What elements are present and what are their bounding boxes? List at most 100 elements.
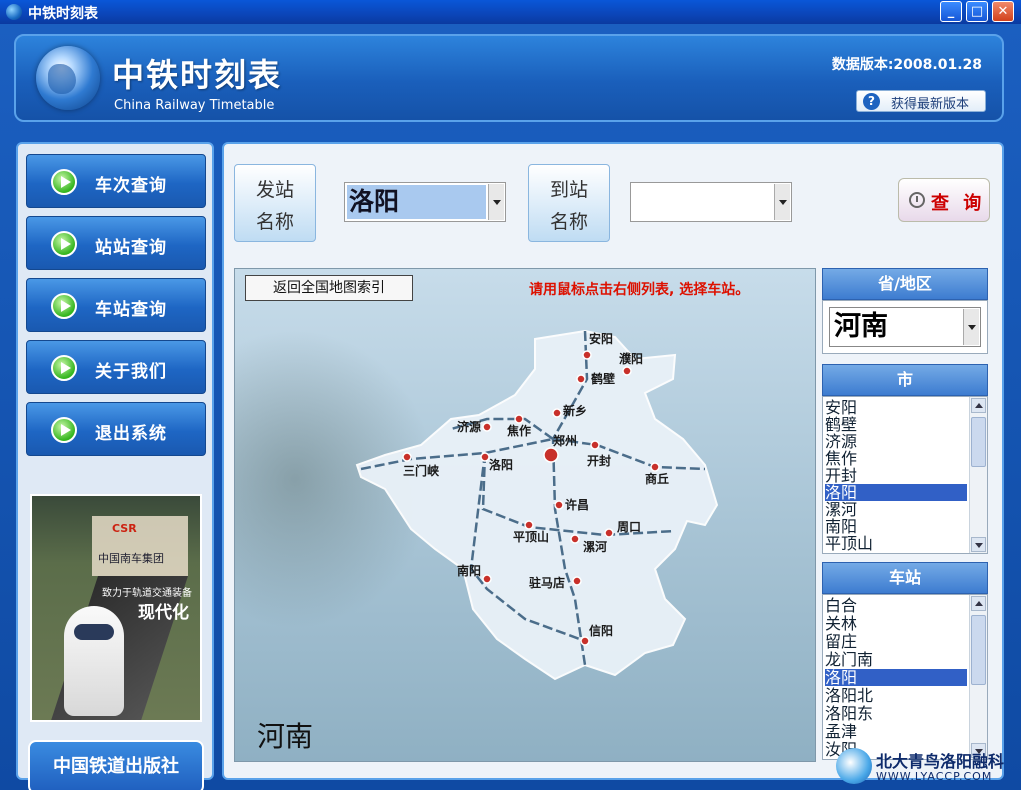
map-city-luoyang: 洛阳 <box>489 457 513 472</box>
watermark-cn: 北大青鸟洛阳融科 <box>876 752 1005 771</box>
station-list-item[interactable]: 洛阳北 <box>825 687 967 704</box>
henan-map-svg[interactable]: 安阳 濮阳 鹤壁 新乡 济源 焦作 郑州 开封 三门峡 洛阳 商丘 许昌 平顶山… <box>235 269 816 762</box>
map-province-label: 河南 <box>257 720 314 753</box>
nav-train-query-button[interactable]: 车次查询 <box>26 154 206 208</box>
csr-company-name: 中国南车集团 <box>98 552 164 565</box>
from-station-label-box: 发站 名称 <box>234 164 316 242</box>
close-button[interactable]: ✕ <box>992 1 1014 22</box>
map-city-xuchang: 许昌 <box>565 497 589 512</box>
scroll-thumb[interactable] <box>971 615 986 685</box>
city-list-item[interactable]: 南阳 <box>825 518 967 535</box>
ad-slogan: 致力于轨道交通装备 <box>102 588 192 599</box>
query-label: 查 询 <box>931 193 986 214</box>
station-list-item[interactable]: 孟津 <box>825 723 967 740</box>
city-list-item-selected[interactable]: 洛阳 <box>825 484 967 501</box>
city-list-item[interactable]: 平顶山 <box>825 535 967 552</box>
map-city-nanyang: 南阳 <box>457 563 481 578</box>
province-outline <box>355 329 719 681</box>
minimize-button[interactable]: _ <box>940 1 962 22</box>
play-icon <box>51 169 77 195</box>
chevron-down-icon[interactable] <box>488 184 504 220</box>
data-version: 数据版本:2008.01.28 <box>831 57 982 73</box>
nav-exit-button[interactable]: 退出系统 <box>26 402 206 456</box>
nav-label: 退出系统 <box>95 424 167 444</box>
station-list-item[interactable]: 关林 <box>825 615 967 632</box>
map-city-puyang: 濮阳 <box>619 351 643 366</box>
globe-land <box>48 64 76 94</box>
map-hint: 请用鼠标点击右侧列表, 选择车站。 <box>529 282 750 298</box>
city-list-item[interactable]: 漯河 <box>825 501 967 518</box>
station-header: 车站 <box>822 562 988 594</box>
scroll-up-icon[interactable] <box>971 596 986 611</box>
city-list-scrollbar[interactable] <box>969 397 987 553</box>
csr-logo: CSR <box>112 522 137 535</box>
ad-modern: 现代化 <box>138 603 189 623</box>
csr-advertisement[interactable]: CSR 中国南车集团 致力于轨道交通装备 现代化 <box>30 494 202 722</box>
map-city-jiyuan: 济源 <box>457 419 481 434</box>
map-city-anyang: 安阳 <box>589 331 613 346</box>
nav-label: 车次查询 <box>95 176 167 196</box>
station-list-item[interactable]: 留庄 <box>825 633 967 650</box>
scroll-up-icon[interactable] <box>971 398 986 413</box>
window-title: 中铁时刻表 <box>28 6 98 22</box>
chevron-down-icon[interactable] <box>963 309 979 345</box>
scroll-thumb[interactable] <box>971 417 986 467</box>
to-station-select[interactable] <box>630 182 792 222</box>
header-banner: 中铁时刻表 China Railway Timetable 数据版本:2008.… <box>14 34 1004 122</box>
nav-station-to-station-button[interactable]: 站站查询 <box>26 216 206 270</box>
play-icon <box>51 293 77 319</box>
maximize-button[interactable]: □ <box>966 1 988 22</box>
city-list-item[interactable]: 安阳 <box>825 399 967 416</box>
station-list-item-selected[interactable]: 洛阳 <box>825 669 967 686</box>
from-station-select[interactable]: 洛阳 <box>344 182 506 222</box>
map-city-hebi: 鹤壁 <box>591 371 615 386</box>
app-globe-icon <box>6 4 22 20</box>
to-station-label-1: 到站 <box>549 179 588 201</box>
map-city-luohe: 漯河 <box>583 539 607 554</box>
update-version-button[interactable]: ? 获得最新版本 <box>856 90 986 112</box>
station-list-scrollbar[interactable] <box>969 595 987 759</box>
province-select-value: 河南 <box>834 311 888 342</box>
high-speed-train-image <box>64 606 124 716</box>
from-station-value: 洛阳 <box>349 187 400 216</box>
clock-icon <box>909 192 925 208</box>
nav-station-query-button[interactable]: 车站查询 <box>26 278 206 332</box>
map-city-xinyang: 信阳 <box>589 623 613 638</box>
watermark-url: WWW.LYACCP.COM <box>876 770 993 783</box>
city-list-item[interactable]: 鹤壁 <box>825 416 967 433</box>
to-station-label-2: 名称 <box>549 211 588 233</box>
city-listbox[interactable]: 安阳 鹤壁 济源 焦作 开封 洛阳 漯河 南阳 平顶山 <box>822 396 988 554</box>
station-list-item[interactable]: 洛阳东 <box>825 705 967 722</box>
map-city-zhengzhou: 郑州 <box>553 433 577 448</box>
map-city-zhumadian: 驻马店 <box>529 575 565 590</box>
publisher-button[interactable]: 中国铁道出版社 <box>28 740 204 790</box>
city-list-item[interactable]: 济源 <box>825 433 967 450</box>
station-list-item[interactable]: 白合 <box>825 597 967 614</box>
app-subtitle: China Railway Timetable <box>114 98 275 113</box>
scroll-down-icon[interactable] <box>971 537 986 552</box>
map-city-jiaozuo: 焦作 <box>506 423 531 438</box>
city-list-item[interactable]: 焦作 <box>825 450 967 467</box>
main-panel: 发站 名称 洛阳 到站 名称 查 询 安阳 濮阳 鹤壁 新乡 济源 焦作 郑州 … <box>222 142 1004 780</box>
map-city-zhoukou: 周口 <box>617 520 641 534</box>
update-version-label: 获得最新版本 <box>891 97 970 112</box>
map-city-kaifeng: 开封 <box>587 453 611 468</box>
question-icon: ? <box>863 93 880 110</box>
train-windshield <box>74 624 114 640</box>
nav-about-us-button[interactable]: 关于我们 <box>26 340 206 394</box>
city-list-item[interactable]: 开封 <box>825 467 967 484</box>
map-city-pingdingshan: 平顶山 <box>513 529 549 544</box>
query-button[interactable]: 查 询 <box>898 178 990 222</box>
city-header: 市 <box>822 364 988 396</box>
from-station-label-2: 名称 <box>255 211 294 233</box>
csr-logo-panel <box>92 516 188 576</box>
right-selector-column: 省/地区 河南 市 安阳 鹤壁 济源 焦作 开封 洛阳 漯河 南阳 平顶山 车站… <box>822 268 992 762</box>
title-bar[interactable]: 中铁时刻表 _ □ ✕ <box>0 0 1021 24</box>
province-map[interactable]: 安阳 濮阳 鹤壁 新乡 济源 焦作 郑州 开封 三门峡 洛阳 商丘 许昌 平顶山… <box>234 268 816 762</box>
chevron-down-icon[interactable] <box>774 184 790 220</box>
station-listbox[interactable]: 白合 关林 留庄 龙门南 洛阳 洛阳北 洛阳东 孟津 汝阳 <box>822 594 988 760</box>
province-select[interactable]: 河南 <box>829 307 981 347</box>
map-city-sanmenxia: 三门峡 <box>403 463 439 478</box>
station-list-item[interactable]: 龙门南 <box>825 651 967 668</box>
back-to-national-map-button[interactable]: 返回全国地图索引 <box>245 275 413 301</box>
